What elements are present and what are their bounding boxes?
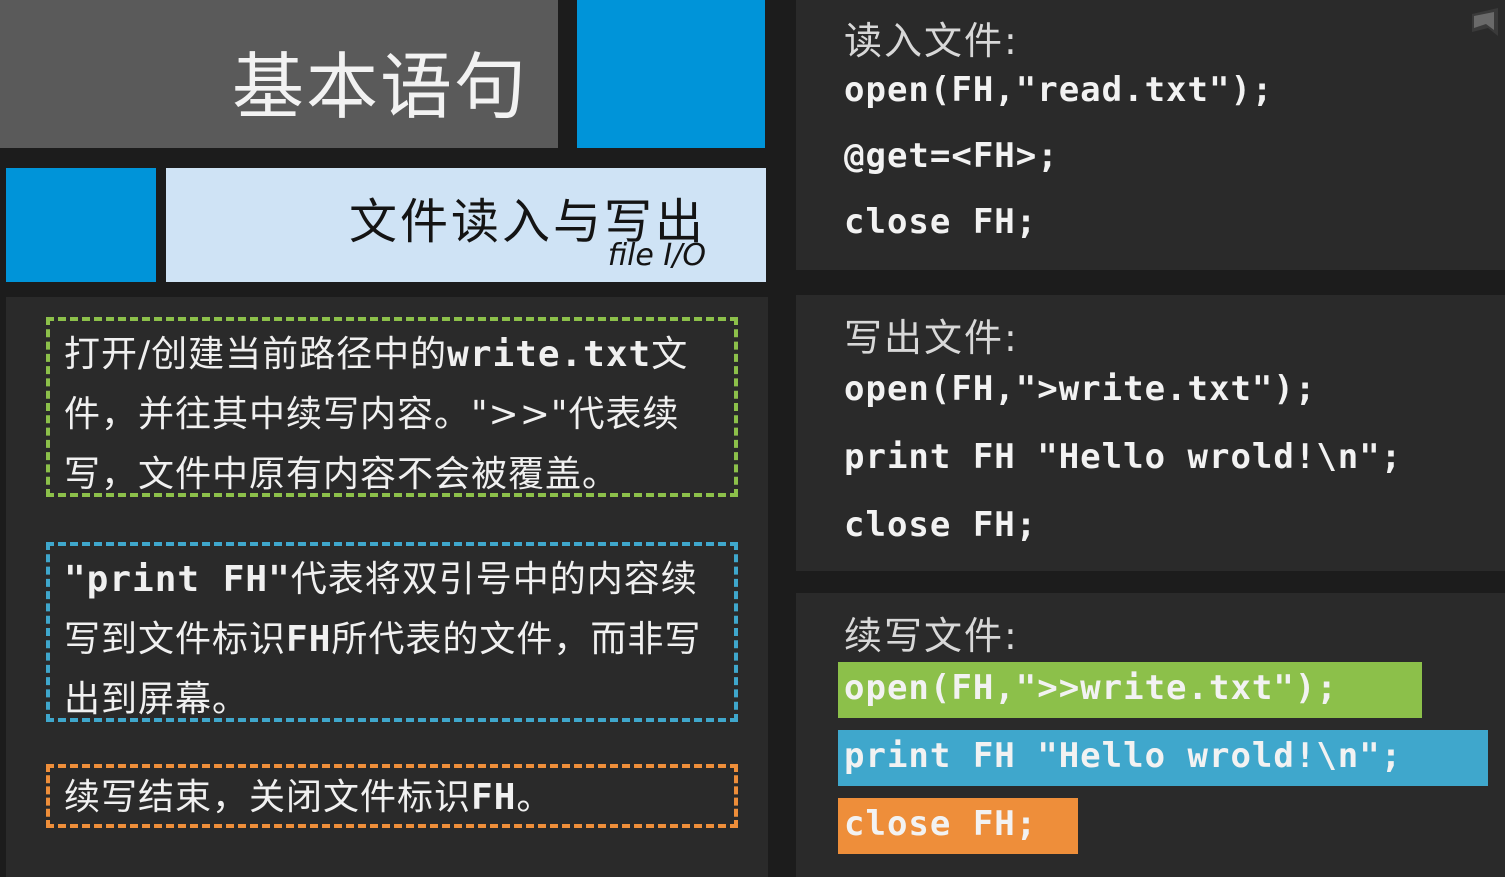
- note-print: "print FH"代表将双引号中的内容续写到文件标识FH所代表的文件，而非写出…: [46, 542, 738, 722]
- code-line: open(FH,">write.txt");: [844, 369, 1317, 409]
- highlight-close: close FH;: [838, 798, 1078, 854]
- code-line: close FH;: [844, 505, 1038, 545]
- code-line: close FH;: [844, 804, 1038, 844]
- note-code: "print FH": [64, 559, 291, 600]
- panel-heading: 写出文件:: [844, 316, 1019, 360]
- decorative-blue-block-left: [6, 168, 156, 282]
- panel-heading: 读入文件:: [844, 19, 1019, 63]
- code-line: print FH "Hello wrold!\n";: [844, 437, 1403, 477]
- subtitle-banner: 文件读入与写出 file I/O: [166, 168, 766, 282]
- code-line: open(FH,">>write.txt");: [844, 668, 1338, 708]
- code-line: @get=<FH>;: [844, 136, 1059, 176]
- note-text: 。: [516, 777, 554, 818]
- corner-flag-icon: [1472, 8, 1498, 36]
- write-file-panel: 写出文件: open(FH,">write.txt"); print FH "H…: [796, 295, 1505, 571]
- notes-panel: 打开/创建当前路径中的write.txt文件，并往其中续写内容。">>"代表续写…: [6, 297, 768, 877]
- note-code: FH: [471, 777, 517, 818]
- code-line: close FH;: [844, 202, 1038, 242]
- note-code: write.txt: [447, 334, 652, 375]
- highlight-print: print FH "Hello wrold!\n";: [838, 730, 1488, 786]
- append-file-panel: 续写文件: open(FH,">>write.txt"); print FH "…: [796, 593, 1505, 877]
- highlight-open: open(FH,">>write.txt");: [838, 662, 1422, 718]
- panel-heading: 续写文件:: [844, 614, 1019, 658]
- code-line: open(FH,"read.txt");: [844, 70, 1274, 110]
- decorative-blue-block-top: [577, 0, 765, 148]
- note-text: 打开/创建当前路径中的: [64, 334, 448, 375]
- title-banner: 基本语句: [0, 0, 558, 148]
- subtitle-english: file I/O: [607, 238, 706, 273]
- note-open-append: 打开/创建当前路径中的write.txt文件，并往其中续写内容。">>"代表续写…: [46, 317, 738, 497]
- note-text: 续写结束，关闭文件标识: [64, 777, 472, 818]
- page-title: 基本语句: [231, 45, 528, 129]
- code-line: print FH "Hello wrold!\n";: [844, 736, 1403, 776]
- note-code: FH: [286, 619, 332, 660]
- read-file-panel: 读入文件: open(FH,"read.txt"); @get=<FH>; cl…: [796, 0, 1505, 270]
- note-close: 续写结束，关闭文件标识FH。: [46, 764, 738, 828]
